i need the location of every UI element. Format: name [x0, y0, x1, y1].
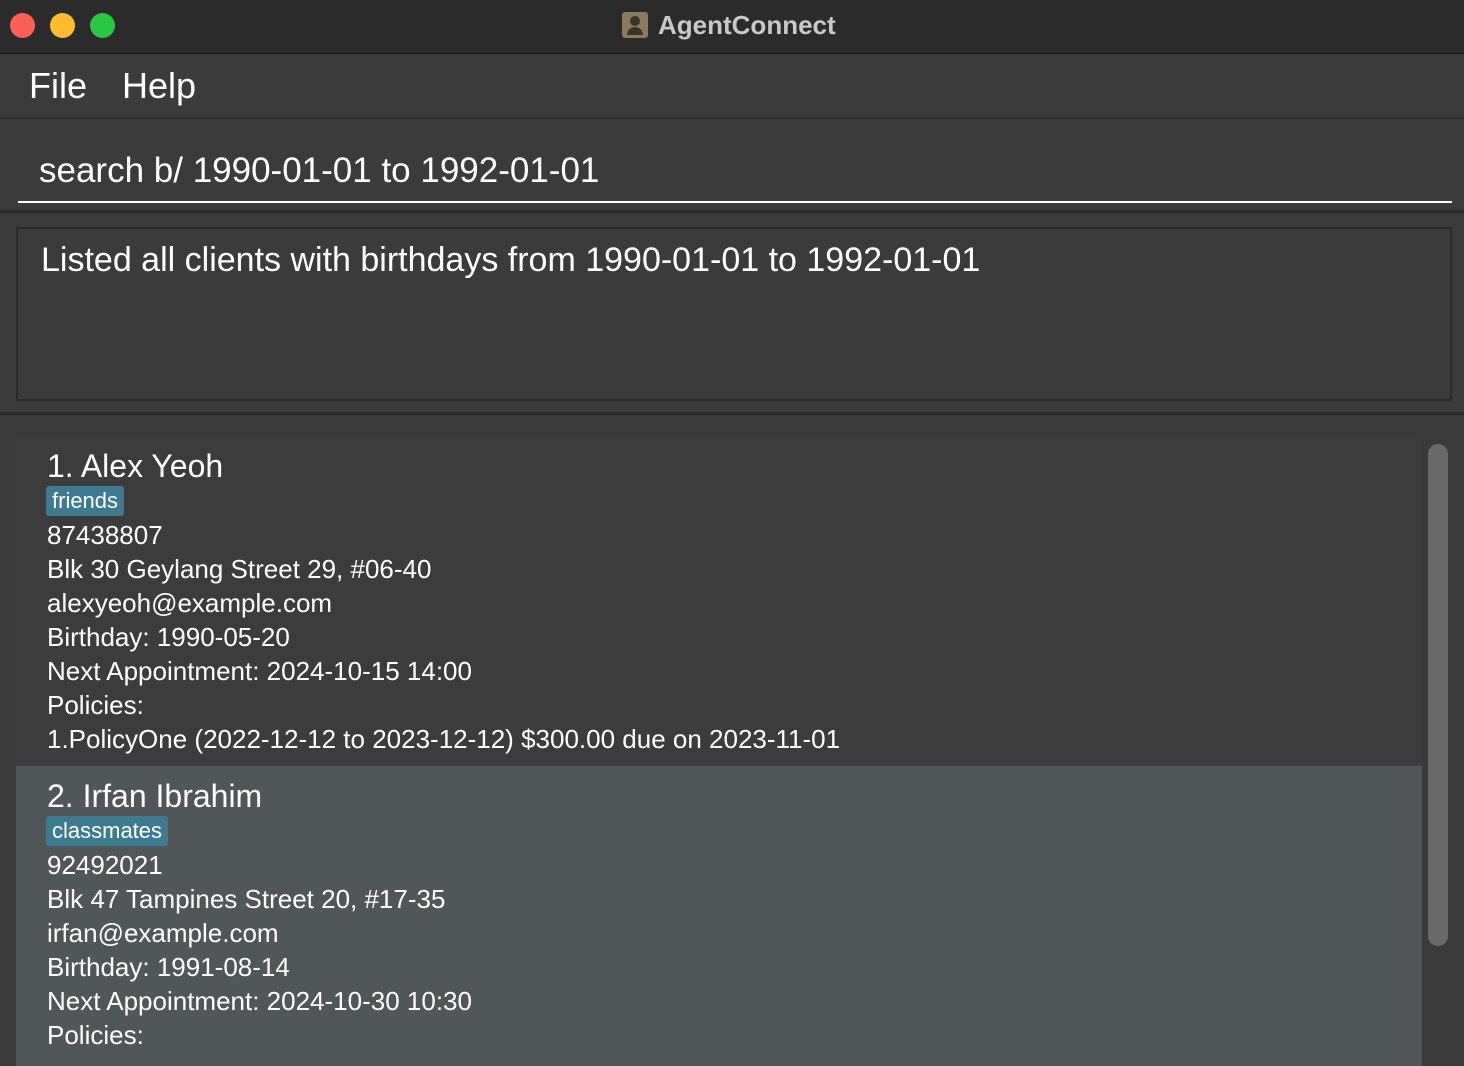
minimize-window-button[interactable]: [50, 13, 75, 38]
menu-file[interactable]: File: [29, 65, 87, 107]
person-card-selected[interactable]: 2. Irfan Ibrahim classmates 92492021 Blk…: [16, 766, 1422, 1066]
command-input[interactable]: [18, 141, 1452, 203]
person-tag: classmates: [46, 816, 169, 846]
menu-bar: File Help: [0, 55, 1464, 119]
person-birthday: Birthday: 1991-08-14: [47, 952, 290, 982]
person-name: 1. Alex Yeoh: [47, 448, 224, 484]
contact-book-icon: [622, 12, 648, 38]
person-email: alexyeoh@example.com: [47, 588, 333, 618]
person-list: 1. Alex Yeoh friends 87438807 Blk 30 Gey…: [0, 418, 1464, 1066]
person-card[interactable]: 1. Alex Yeoh friends 87438807 Blk 30 Gey…: [16, 436, 1422, 766]
result-display-panel: Listed all clients with birthdays from 1…: [0, 215, 1464, 415]
result-message: Listed all clients with birthdays from 1…: [41, 241, 981, 279]
person-tag: friends: [46, 486, 125, 516]
person-phone: 87438807: [47, 520, 163, 550]
person-policies-label: Policies:: [47, 690, 144, 720]
person-birthday: Birthday: 1990-05-20: [47, 622, 290, 652]
person-appointment: Next Appointment: 2024-10-15 14:00: [47, 656, 472, 686]
person-name: 2. Irfan Ibrahim: [47, 778, 263, 814]
result-display: Listed all clients with birthdays from 1…: [16, 227, 1452, 401]
title-bar: AgentConnect: [0, 0, 1464, 54]
person-appointment: Next Appointment: 2024-10-30 10:30: [47, 986, 472, 1016]
person-address: Blk 30 Geylang Street 29, #06-40: [47, 554, 432, 584]
person-phone: 92492021: [47, 850, 163, 880]
maximize-window-button[interactable]: [90, 13, 115, 38]
close-window-button[interactable]: [10, 13, 35, 38]
menu-help[interactable]: Help: [122, 65, 196, 107]
command-box: [0, 121, 1464, 213]
window-title-text: AgentConnect: [658, 9, 836, 40]
person-policies-label: Policies:: [47, 1020, 144, 1050]
window-title: AgentConnect: [622, 10, 836, 40]
person-address: Blk 47 Tampines Street 20, #17-35: [47, 884, 446, 914]
list-scrollbar-thumb[interactable]: [1428, 444, 1448, 946]
person-policy-item: 1.PolicyOne (2022-12-12 to 2023-12-12) $…: [47, 724, 841, 754]
person-email: irfan@example.com: [47, 918, 279, 948]
app-window: AgentConnect File Help Listed all client…: [0, 0, 1464, 1066]
